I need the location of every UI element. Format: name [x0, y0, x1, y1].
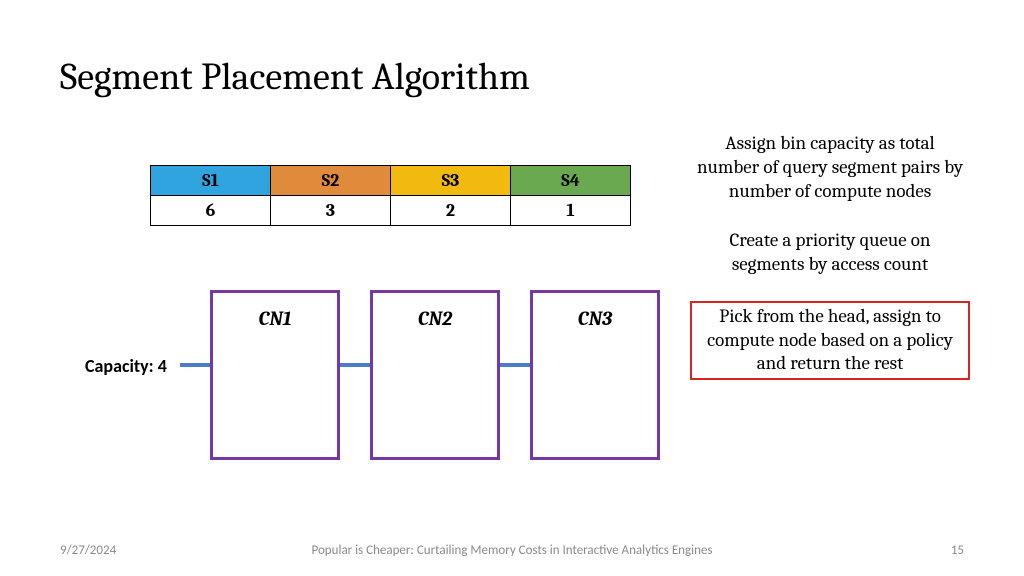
seg-value-s1: 6: [151, 196, 271, 226]
seg-value-s2: 3: [271, 196, 391, 226]
seg-header-s2: S2: [271, 166, 391, 196]
bin-cn1: CN1: [210, 290, 340, 460]
seg-value-s4: 1: [511, 196, 631, 226]
seg-value-s3: 2: [391, 196, 511, 226]
segments-value-row: 6 3 2 1: [151, 196, 631, 226]
seg-header-s3: S3: [391, 166, 511, 196]
step-2: Create a priority queue on segments by a…: [690, 227, 970, 279]
segments-table: S1 S2 S3 S4 6 3 2 1: [150, 165, 631, 226]
slide: Segment Placement Algorithm S1 S2 S3 S4 …: [0, 0, 1024, 576]
step-1: Assign bin capacity as total number of q…: [690, 130, 970, 205]
footer-page-number: 15: [951, 543, 964, 558]
algorithm-steps: Assign bin capacity as total number of q…: [690, 130, 970, 402]
compute-nodes: CN1 CN2 CN3: [210, 290, 660, 460]
capacity-label: Capacity: 4: [85, 355, 167, 377]
seg-header-s4: S4: [511, 166, 631, 196]
step-3: Pick from the head, assign to compute no…: [690, 301, 970, 380]
segments-header-row: S1 S2 S3 S4: [151, 166, 631, 196]
seg-header-s1: S1: [151, 166, 271, 196]
bin-cn2: CN2: [370, 290, 500, 460]
footer-title: Popular is Cheaper: Curtailing Memory Co…: [0, 543, 1024, 558]
bin-cn3: CN3: [530, 290, 660, 460]
slide-title: Segment Placement Algorithm: [60, 55, 530, 99]
